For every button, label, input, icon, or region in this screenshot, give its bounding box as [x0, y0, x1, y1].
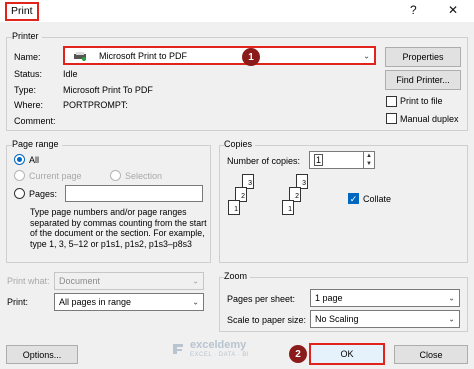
- printer-icon: [73, 51, 87, 61]
- options-button[interactable]: Options...: [6, 345, 78, 364]
- chevron-down-icon: ⌄: [448, 293, 455, 303]
- pages-per-sheet-select[interactable]: 1 page ⌄: [310, 289, 460, 307]
- print-value: All pages in range: [59, 297, 132, 307]
- pages-per-sheet-value: 1 page: [315, 293, 343, 303]
- pages-radio[interactable]: [14, 188, 25, 199]
- scale-to-paper-value: No Scaling: [315, 314, 359, 324]
- status-label: Status:: [14, 69, 43, 79]
- callout-badge-2: 2: [289, 345, 307, 363]
- scale-to-paper-label: Scale to paper size:: [227, 315, 307, 325]
- manual-duplex-checkbox[interactable]: [386, 113, 397, 124]
- zoom-group-label: Zoom: [224, 271, 251, 282]
- close-icon[interactable]: ✕: [448, 3, 458, 17]
- type-value: Microsoft Print To PDF: [63, 85, 153, 95]
- window-title: Print: [5, 2, 39, 21]
- where-label: Where:: [14, 100, 44, 110]
- callout-badge-1: 1: [242, 48, 260, 66]
- stack-page-1: 1: [282, 200, 294, 215]
- chevron-down-icon: ⌄: [192, 276, 199, 286]
- selection-label: Selection: [125, 171, 163, 181]
- print-what-select[interactable]: Document ⌄: [54, 272, 204, 290]
- printer-name-label: Name:: [14, 52, 41, 62]
- current-page-radio[interactable]: [14, 170, 25, 181]
- title-bar: Print ? ✕: [0, 0, 474, 22]
- find-printer-button[interactable]: Find Printer...: [385, 70, 461, 90]
- watermark-logo-icon: [173, 344, 183, 354]
- print-what-label: Print what:: [7, 276, 50, 286]
- watermark-tagline: EXCEL · DATA · BI: [190, 352, 250, 358]
- collate-stack-2: 3 2 1: [282, 174, 316, 220]
- status-value: Idle: [63, 69, 78, 79]
- number-of-copies-label: Number of copies:: [227, 156, 301, 166]
- print-to-file-checkbox[interactable]: [386, 96, 397, 107]
- chevron-down-icon: ⌄: [192, 297, 199, 307]
- print-select[interactable]: All pages in range ⌄: [54, 293, 204, 311]
- chevron-down-icon: ⌄: [448, 314, 455, 324]
- collate-label: Collate: [363, 194, 392, 204]
- printer-name-select[interactable]: Microsoft Print to PDF ⌄: [63, 46, 376, 65]
- scale-to-paper-select[interactable]: No Scaling ⌄: [310, 310, 460, 328]
- collate-checkbox[interactable]: ✓: [348, 193, 359, 204]
- stack-page-1: 1: [228, 200, 240, 215]
- copies-value: 1: [314, 154, 324, 166]
- comment-label: Comment:: [14, 116, 56, 126]
- type-label: Type:: [14, 85, 37, 95]
- page-range-help-text: Type page numbers and/or page ranges sep…: [30, 207, 207, 249]
- printer-group-label: Printer: [12, 31, 42, 42]
- watermark: exceldemy EXCEL · DATA · BI: [170, 337, 280, 365]
- properties-button[interactable]: Properties: [385, 47, 461, 67]
- all-label: All: [29, 155, 40, 165]
- manual-duplex-label: Manual duplex: [400, 114, 459, 124]
- pages-label: Pages:: [29, 189, 58, 199]
- all-radio[interactable]: [14, 154, 25, 165]
- page-range-group-label: Page range: [12, 139, 62, 150]
- chevron-down-icon: ⌄: [363, 51, 370, 60]
- print-what-value: Document: [59, 276, 101, 286]
- copies-spinner[interactable]: ▲ ▼: [363, 151, 375, 169]
- close-button[interactable]: Close: [394, 345, 468, 364]
- ok-button[interactable]: OK: [309, 343, 385, 365]
- pages-input[interactable]: [65, 185, 203, 202]
- collate-stack-1: 3 2 1: [228, 174, 262, 220]
- copies-group-label: Copies: [224, 139, 256, 150]
- current-page-label: Current page: [29, 171, 82, 181]
- pages-per-sheet-label: Pages per sheet:: [227, 294, 296, 304]
- where-value: PORTPROMPT:: [63, 100, 128, 110]
- watermark-name: exceldemy: [190, 339, 247, 351]
- selection-radio[interactable]: [110, 170, 121, 181]
- print-label: Print:: [7, 297, 29, 307]
- print-to-file-label: Print to file: [400, 96, 443, 106]
- help-icon[interactable]: ?: [410, 3, 417, 17]
- copies-input[interactable]: 1: [309, 151, 365, 169]
- printer-name-value: Microsoft Print to PDF: [99, 50, 188, 61]
